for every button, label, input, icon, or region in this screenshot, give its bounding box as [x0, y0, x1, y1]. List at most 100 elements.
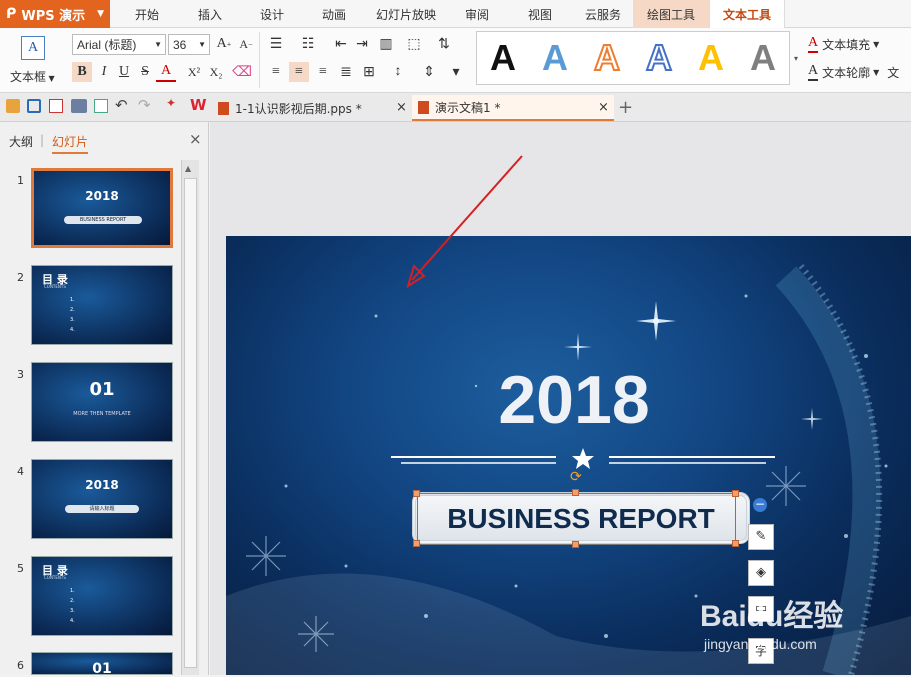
slide-thumb-1[interactable]: 2018 BUSINESS REPORT [31, 168, 173, 248]
tab-drawing-tools[interactable]: 绘图工具 [633, 0, 709, 28]
resize-handle[interactable] [413, 540, 420, 547]
wps-home-icon[interactable]: W [190, 96, 207, 114]
close-tab-icon[interactable]: × [396, 100, 407, 115]
paragraph-spacing-icon[interactable]: ⇕ [419, 62, 439, 82]
text-effect-label[interactable]: 文 [887, 64, 899, 81]
fill-bucket-icon[interactable]: ◈ [748, 560, 774, 586]
new-tab-icon[interactable]: + [618, 97, 633, 118]
main-slide[interactable]: 2018 BUSINESS REPORT ⟳ − ✎ ◈ ▭ 字 Baidu经验… [226, 236, 911, 675]
more-options-icon[interactable]: ▾ [446, 62, 466, 82]
scroll-up-icon[interactable]: ▲ [185, 164, 191, 173]
italic-button[interactable]: I [94, 62, 114, 82]
thumb-title: 01 [89, 379, 115, 400]
caret-down-icon: ▼ [97, 9, 104, 19]
wps-logo-icon: ᑭ [6, 6, 17, 22]
slide-thumb-6[interactable]: 01 [31, 652, 173, 677]
doc-tab-title: 1-1认识影视后期.pps * [235, 101, 362, 116]
font-color-button[interactable]: A [156, 62, 176, 82]
collapse-icon[interactable]: − [753, 498, 767, 512]
tab-design[interactable]: 设计 [247, 0, 297, 28]
pps-file-icon [218, 101, 229, 115]
text-fill-button[interactable]: A 文本填充 ▼ [808, 35, 879, 53]
shape-style-icon[interactable]: ✎ [748, 524, 774, 550]
save-icon[interactable] [27, 99, 41, 113]
panel-scrollbar[interactable]: ▲ [181, 160, 199, 675]
slide-year[interactable]: 2018 [484, 360, 664, 440]
text-direction-icon[interactable]: ⬚ [404, 34, 424, 54]
bold-button[interactable]: B [72, 62, 92, 82]
style-blue-outline[interactable]: A [639, 36, 679, 79]
slide-thumb-3[interactable]: 01 MORE THEN TEMPLATE [31, 362, 173, 442]
text-outline-button[interactable]: A 文本轮廓 ▼ 文 [808, 63, 899, 81]
document-tab-bar: ↶ ↷ ✦ W 1-1认识影视后期.pps * × 演示文稿1 * × + [0, 93, 911, 122]
textbox-icon: A [21, 36, 45, 60]
tab-view[interactable]: 视图 [515, 0, 565, 28]
tab-slides[interactable]: 幻灯片 [52, 133, 89, 154]
slide-thumb-2[interactable]: 目 录 CONTENTS 1. 2. 3. 4. [31, 265, 173, 345]
tab-outline[interactable]: 大纲 [9, 133, 33, 150]
resize-handle[interactable] [732, 540, 739, 547]
font-name-value: Arial (标题) [77, 38, 137, 52]
grow-font-icon[interactable]: A + [214, 34, 234, 54]
resize-handle[interactable] [572, 489, 579, 496]
bullet-list-icon[interactable]: ☰ [266, 34, 286, 54]
close-panel-icon[interactable]: × [189, 130, 202, 148]
open-folder-icon[interactable] [6, 99, 20, 113]
tab-review[interactable]: 审阅 [452, 0, 502, 28]
tab-slideshow[interactable]: 幻灯片放映 [370, 0, 442, 28]
print-icon[interactable] [71, 99, 87, 113]
line-spacing-icon[interactable]: ↕ [388, 62, 408, 82]
app-menu-button[interactable]: ᑭ WPS 演示 ▼ [0, 0, 110, 28]
style-gold[interactable]: A [691, 37, 731, 78]
font-size-select[interactable]: 36 ▼ [168, 34, 210, 55]
style-blue[interactable]: A [535, 37, 575, 78]
font-name-select[interactable]: Arial (标题) ▼ [72, 34, 166, 55]
shrink-font-icon[interactable]: A − [236, 34, 256, 54]
slide-thumb-4[interactable]: 2018 请输入标题 [31, 459, 173, 539]
scroll-thumb[interactable] [184, 178, 197, 668]
redo-icon[interactable]: ↷ [138, 96, 151, 114]
slide-thumb-5[interactable]: 目 录 CONTENTS 1. 2. 3. 4. [31, 556, 173, 636]
strikethrough-button[interactable]: S [135, 62, 155, 82]
close-tab-icon[interactable]: × [598, 100, 609, 115]
align-center-icon[interactable]: ≡ [289, 62, 309, 82]
numbered-list-icon[interactable]: ☷ [298, 34, 318, 54]
tab-animation[interactable]: 动画 [309, 0, 359, 28]
align-right-icon[interactable]: ≡ [313, 62, 333, 82]
sort-icon[interactable]: ⇅ [434, 34, 454, 54]
thumb-title: 2018 [85, 189, 119, 203]
textbox-button[interactable]: A 文本框 ▼ [8, 34, 58, 86]
slide-number: 5 [17, 562, 24, 575]
resize-handle[interactable] [732, 490, 739, 497]
rotate-handle-icon[interactable]: ⟳ [570, 469, 582, 485]
format-painter-icon[interactable]: ✦ [166, 96, 176, 110]
tab-cloud[interactable]: 云服务 [574, 0, 632, 28]
superscript-button[interactable]: X² [184, 62, 204, 82]
style-gray[interactable]: A [743, 37, 783, 78]
style-black[interactable]: A [483, 37, 523, 78]
justify-icon[interactable]: ≣ [336, 62, 356, 82]
increase-indent-icon[interactable]: ⇥ [352, 34, 372, 54]
tab-start[interactable]: 开始 [122, 0, 172, 28]
thumb-title: 2018 [85, 478, 119, 492]
export-pdf-icon[interactable] [49, 99, 63, 113]
slide-number: 6 [17, 659, 24, 672]
tab-insert[interactable]: 插入 [185, 0, 235, 28]
doc-tab-2[interactable]: 演示文稿1 * × [412, 95, 614, 121]
underline-button[interactable]: U [114, 62, 134, 82]
align-left-icon[interactable]: ≡ [266, 62, 286, 82]
clear-format-icon[interactable]: ⌫ [232, 62, 252, 82]
gallery-scroll-icon[interactable]: ▾ [791, 31, 801, 85]
doc-tab-1[interactable]: 1-1认识影视后期.pps * × [212, 95, 412, 121]
undo-icon[interactable]: ↶ [115, 96, 128, 114]
distribute-icon[interactable]: ⊞ [359, 62, 379, 82]
style-orange-outline[interactable]: A [587, 36, 627, 79]
resize-handle[interactable] [413, 490, 420, 497]
resize-handle[interactable] [572, 541, 579, 548]
subscript-button[interactable]: X₂ [206, 62, 226, 82]
columns-icon[interactable]: ▥ [376, 34, 396, 54]
pps-file-icon [418, 100, 429, 114]
decrease-indent-icon[interactable]: ⇤ [331, 34, 351, 54]
tab-text-tools[interactable]: 文本工具 [709, 0, 785, 28]
print-preview-icon[interactable] [94, 99, 108, 113]
